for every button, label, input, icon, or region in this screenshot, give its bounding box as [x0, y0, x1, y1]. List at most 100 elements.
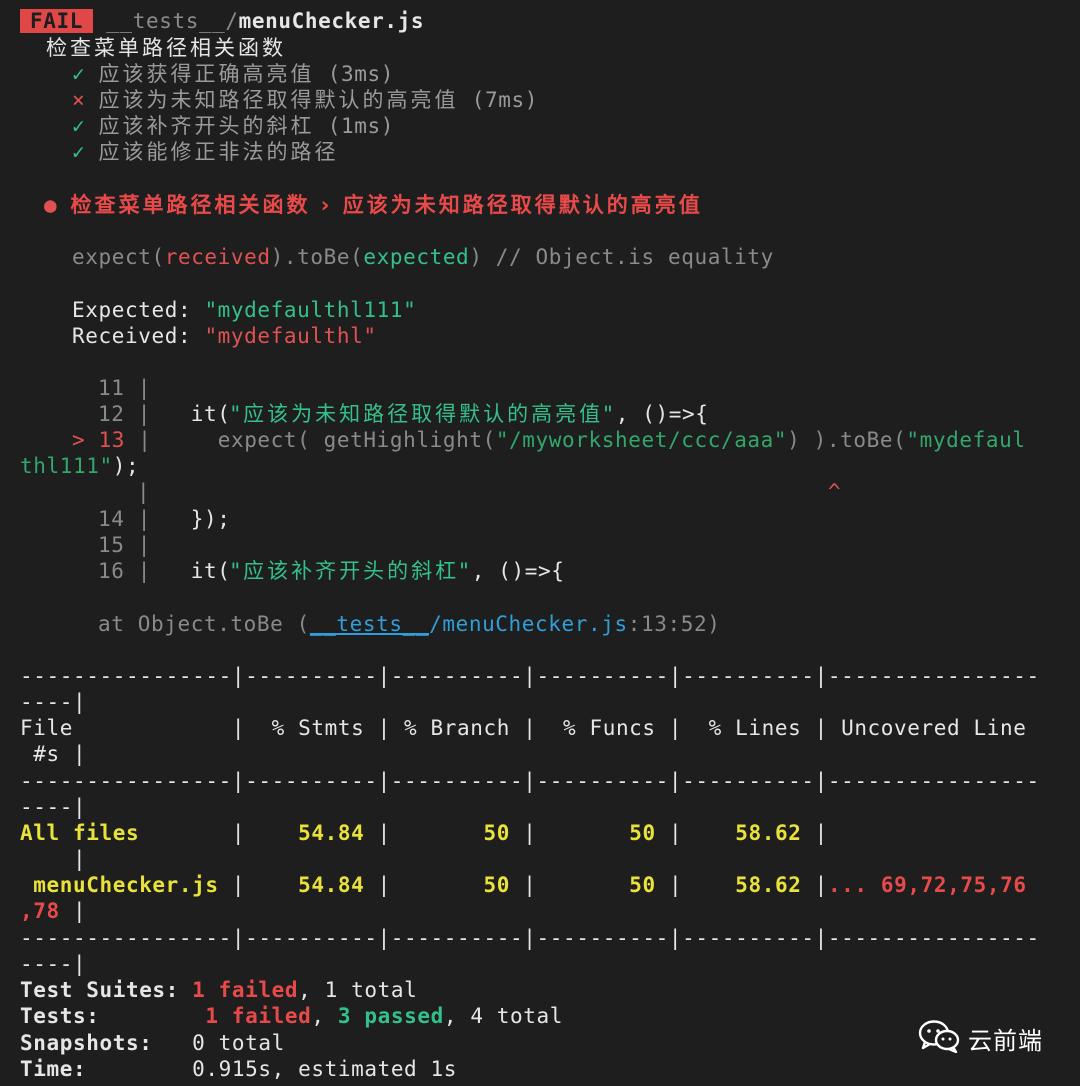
coverage-row-file-wrap: ,78 | — [20, 899, 87, 923]
failure-title: ● 检查菜单路径相关函数 › 应该为未知路径取得默认的高亮值 — [44, 192, 703, 218]
pass-check-icon: ✓ — [72, 62, 86, 86]
code-line-11: 11 | — [98, 376, 151, 400]
terminal-output: FAIL __tests__/menuChecker.js 检查菜单路径相关函数… — [0, 0, 1080, 1086]
line-number: 16 | — [98, 559, 151, 583]
code-line-14: 14 | }); — [98, 506, 230, 532]
code-token: ) ).toBe( — [787, 428, 907, 452]
stack-prefix: at Object.toBe ( — [98, 612, 310, 636]
code-token: it( — [190, 559, 231, 583]
summary-failed: 1 failed — [192, 978, 299, 1002]
watermark: 云前端 — [918, 1019, 1043, 1058]
coverage-separator: ----------------|----------|----------|-… — [20, 769, 1040, 793]
error-caret: ^ — [828, 480, 842, 504]
pass-check-icon: ✓ — [72, 114, 86, 138]
test-name: 应该能修正非法的路径 — [98, 140, 339, 164]
summary-label: Tests: — [20, 1004, 100, 1028]
line-number: 14 | — [98, 507, 151, 531]
stack-link-file[interactable]: /menuChecker.js — [429, 612, 628, 636]
fail-header: FAIL __tests__/menuChecker.js — [20, 8, 424, 34]
code-line-15: 15 | — [98, 533, 151, 557]
coverage-lines: 58.62 — [735, 873, 802, 897]
code-string: "应该补齐开头的斜杠" — [230, 559, 472, 583]
summary-value: 0 total — [192, 1031, 285, 1055]
coverage-funcs: 50 — [629, 873, 656, 897]
line-bar: | — [124, 428, 152, 452]
matcher-expected: expected — [363, 245, 470, 269]
coverage-separator: ----------------|----------|----------|-… — [20, 664, 1040, 688]
code-string: "应该为未知路径取得默认的高亮值" — [230, 402, 616, 426]
matcher-prefix: expect( — [72, 245, 165, 269]
stack-link-dir[interactable]: __tests__ — [310, 612, 429, 636]
summary-value: 0.915s, estimated 1s — [192, 1057, 458, 1081]
fail-cross-icon: × — [72, 88, 86, 112]
test-result-row: ✓ 应该补齐开头的斜杠 (1ms) — [72, 113, 394, 139]
matcher-received: received — [164, 245, 271, 269]
summary-passed: 3 passed — [337, 1004, 444, 1028]
summary-suites: Test Suites: 1 failed, 1 total — [20, 977, 417, 1003]
coverage-funcs: 50 — [629, 821, 656, 845]
code-token: ); — [112, 454, 140, 478]
coverage-header: File | % Stmts | % Branch | % Funcs | % … — [20, 716, 1027, 740]
summary-tests: Tests: 1 failed, 3 passed, 4 total — [20, 1003, 563, 1029]
code-string: thl111" — [20, 454, 113, 478]
code-string: "mydefaul — [906, 428, 1026, 452]
expected-label: Expected: — [72, 298, 205, 322]
received-line: Received: "mydefaulthl" — [72, 323, 377, 349]
coverage-row-all-files: All files | 54.84 | 50 | 50 | 58.62 | — [20, 821, 828, 845]
code-token: it( — [190, 402, 231, 426]
summary-label: Time: — [20, 1057, 87, 1081]
test-name: 应该补齐开头的斜杠 — [98, 114, 315, 138]
coverage-stmts: 54.84 — [298, 821, 365, 845]
stack-trace-line: at Object.toBe (__tests__/menuChecker.js… — [98, 611, 720, 637]
suite-title: 检查菜单路径相关函数 — [46, 36, 286, 60]
code-token: , ()=>{ — [471, 559, 565, 583]
coverage-stmts: 54.84 — [298, 873, 365, 897]
summary-sep: , — [311, 1004, 338, 1028]
coverage-row-file: menuChecker.js | 54.84 | 50 | 50 | 58.62… — [20, 873, 1027, 897]
test-time: (7ms) — [471, 88, 538, 112]
failure-bullet-icon: ● — [44, 193, 58, 217]
fail-badge: FAIL — [20, 9, 93, 33]
summary-total: , 1 total — [298, 978, 418, 1002]
coverage-row-wrap: | — [20, 847, 87, 871]
test-time: (1ms) — [327, 114, 394, 138]
test-name: 应该为未知路径取得默认的高亮值 — [98, 88, 459, 112]
summary-snapshots: Snapshots: 0 total — [20, 1030, 285, 1056]
received-value: "mydefaulthl" — [204, 324, 377, 348]
wechat-icon — [918, 1019, 960, 1058]
expected-value: "mydefaulthl111" — [204, 298, 417, 322]
received-label: Received: — [72, 324, 205, 348]
coverage-separator-wrap: ----| — [20, 952, 87, 976]
coverage-file: menuChecker.js — [20, 873, 219, 897]
failure-title-text: 检查菜单路径相关函数 › 应该为未知路径取得默认的高亮值 — [70, 193, 703, 217]
error-line-marker: > 13 — [72, 428, 125, 452]
coverage-lines: 58.62 — [735, 821, 802, 845]
code-token: expect( getHighlight( — [217, 428, 496, 452]
test-name: 应该获得正确高亮值 — [98, 62, 315, 86]
code-line-13: > 13 | expect( getHighlight("/myworkshee… — [72, 427, 1026, 453]
summary-failed: 1 failed — [205, 1004, 312, 1028]
summary-total: , 4 total — [443, 1004, 564, 1028]
code-token: , ()=>{ — [615, 402, 709, 426]
coverage-uncovered-wrap: ,78 — [20, 899, 60, 923]
code-line-12: 12 | it("应该为未知路径取得默认的高亮值", ()=>{ — [98, 401, 708, 427]
watermark-text: 云前端 — [968, 1026, 1043, 1055]
matcher-mid: ).toBe( — [270, 245, 364, 269]
coverage-separator-wrap: ----| — [20, 795, 87, 819]
summary-label: Snapshots: — [20, 1031, 153, 1055]
test-file-dir: __tests__/ — [106, 9, 239, 33]
summary-time: Time: 0.915s, estimated 1s — [20, 1056, 457, 1082]
test-result-row: ✓ 应该获得正确高亮值 (3ms) — [72, 61, 394, 87]
stack-location: :13:52) — [627, 612, 721, 636]
coverage-header-wrap: #s | — [20, 742, 87, 766]
code-string: "/myworksheet/ccc/aaa" — [495, 428, 788, 452]
test-time: (3ms) — [327, 62, 394, 86]
code-line-13-wrap: thl111"); — [20, 453, 139, 479]
summary-label: Test Suites: — [20, 978, 179, 1002]
coverage-file: All files — [20, 821, 140, 845]
coverage-uncovered: ... 69,72,75,76 — [827, 873, 1027, 897]
line-number: 12 | — [98, 402, 151, 426]
coverage-separator-wrap: ----| — [20, 690, 87, 714]
coverage-separator: ----------------|----------|----------|-… — [20, 926, 1040, 950]
test-result-row: ✓ 应该能修正非法的路径 — [72, 139, 339, 165]
